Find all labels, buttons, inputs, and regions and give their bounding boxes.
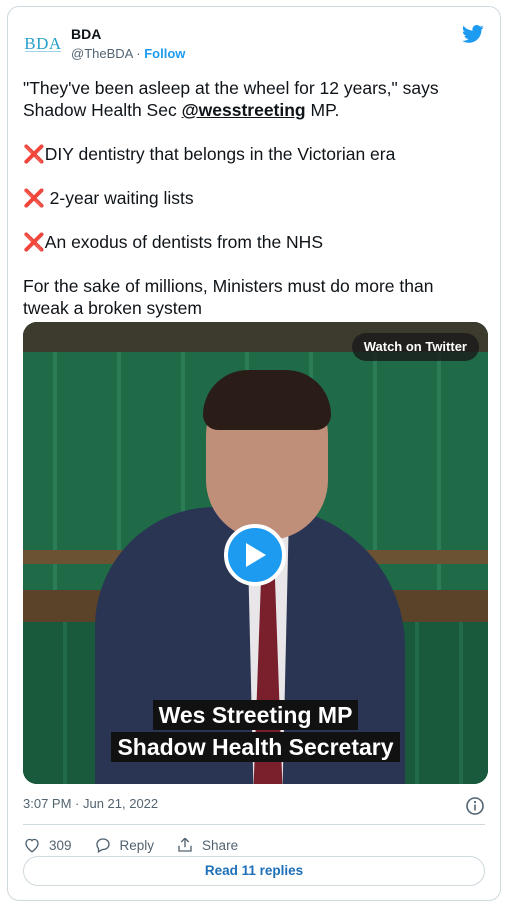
bullet-3: ❌An exodus of dentists from the NHS (23, 231, 483, 253)
like-count: 309 (49, 837, 72, 853)
watch-on-twitter-button[interactable]: Watch on Twitter (351, 333, 479, 361)
twitter-bird-icon[interactable] (461, 23, 485, 45)
separator: · (136, 46, 141, 61)
cross-mark-icon: ❌ (23, 188, 45, 208)
follow-button[interactable]: Follow (144, 46, 185, 61)
bda-logo: BDA (24, 33, 62, 53)
quote-suffix: MP. (305, 100, 340, 120)
like-button[interactable]: 309 (23, 836, 72, 854)
share-button[interactable]: Share (176, 836, 238, 854)
display-name[interactable]: BDA (71, 25, 185, 43)
closing-text: For the sake of millions, Ministers must… (23, 276, 434, 318)
bullet-2: ❌ 2-year waiting lists (23, 187, 483, 209)
avatar[interactable]: BDA (23, 23, 63, 63)
cross-mark-icon: ❌ (23, 144, 45, 164)
tweet-line-quote: "They've been asleep at the wheel for 12… (23, 77, 483, 121)
reply-button[interactable]: Reply (94, 836, 155, 854)
video-player[interactable]: Watch on Twitter Wes Streeting MP Shadow… (23, 322, 488, 784)
handle-row: @TheBDA · Follow (71, 45, 185, 63)
logo-underline (25, 51, 61, 54)
read-replies-button[interactable]: Read 11 replies (23, 856, 485, 886)
tweet-meta: 3:07 PM · Jun 21, 2022 (23, 796, 485, 818)
share-label: Share (202, 837, 239, 853)
bullet-1-text: DIY dentistry that belongs in the Victor… (44, 144, 396, 164)
cross-mark-icon: ❌ (23, 232, 45, 252)
timestamp[interactable]: 3:07 PM · Jun 21, 2022 (23, 796, 158, 811)
tweet-card: BDA BDA @TheBDA · Follow "They've been a… (7, 6, 501, 901)
share-icon (178, 837, 192, 852)
handle[interactable]: @TheBDA (71, 46, 133, 61)
video-caption: Wes Streeting MP Shadow Health Secretary (23, 700, 488, 764)
play-button[interactable] (224, 524, 286, 586)
divider (23, 824, 485, 825)
mention-link[interactable]: @wesstreeting (182, 100, 306, 120)
bullet-2-text: 2-year waiting lists (44, 188, 194, 208)
bullet-3-text: An exodus of dentists from the NHS (44, 232, 323, 252)
caption-name: Wes Streeting MP (152, 700, 359, 730)
tweet-text: "They've been asleep at the wheel for 12… (23, 77, 483, 341)
play-icon (246, 543, 266, 567)
reply-icon (95, 838, 110, 853)
info-icon[interactable] (465, 796, 485, 816)
bullet-1: ❌DIY dentistry that belongs in the Victo… (23, 143, 483, 165)
speaker-hair (203, 370, 331, 430)
heart-icon (25, 838, 39, 853)
reply-label: Reply (119, 837, 155, 853)
author-block: BDA @TheBDA · Follow (71, 25, 185, 63)
caption-title: Shadow Health Secretary (111, 732, 400, 762)
tweet-header: BDA BDA @TheBDA · Follow (23, 21, 485, 65)
